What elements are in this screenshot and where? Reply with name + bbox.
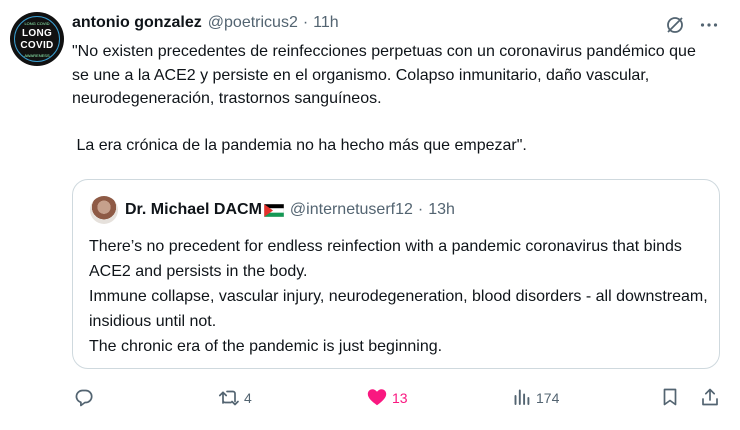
header-separator: · xyxy=(302,14,309,31)
palestine-flag-icon xyxy=(263,203,285,217)
avatar-text-long: LONG xyxy=(21,28,53,39)
tweet-time[interactable]: 11h xyxy=(313,14,339,32)
author-handle[interactable]: @poetricus2 xyxy=(208,14,298,32)
share-icon xyxy=(700,387,720,410)
like-count: 13 xyxy=(392,390,408,406)
tweet-actions-bar: 4 13 174 xyxy=(72,385,724,411)
quoted-author-avatar[interactable] xyxy=(90,196,118,224)
reply-button[interactable] xyxy=(74,385,98,411)
more-icon[interactable] xyxy=(698,14,720,36)
like-button[interactable]: 13 xyxy=(366,385,408,411)
quoted-tweet-text: There’s no precedent for endless reinfec… xyxy=(89,238,708,355)
quoted-author-name[interactable]: Dr. Michael DACM xyxy=(125,201,262,219)
views-icon xyxy=(512,387,532,410)
tweet-top-actions xyxy=(652,14,720,36)
bookmark-button[interactable] xyxy=(660,385,680,411)
quoted-author-handle[interactable]: @internetuserf12 xyxy=(290,201,413,219)
avatar-text-covid: COVID xyxy=(20,40,54,51)
tweet-text: "No existen precedentes de reinfecciones… xyxy=(72,43,696,154)
grok-icon[interactable] xyxy=(664,14,686,36)
retweet-count: 4 xyxy=(244,390,252,406)
quoted-header-separator: · xyxy=(417,201,424,218)
retweet-button[interactable]: 4 xyxy=(218,385,252,411)
tweet-header: antonio gonzalez @poetricus2 · 11h xyxy=(72,12,339,34)
quoted-tweet[interactable]: Dr. Michael DACM @internetuserf12 · 13h … xyxy=(72,179,720,369)
author-name[interactable]: antonio gonzalez xyxy=(72,14,202,32)
quoted-tweet-time[interactable]: 13h xyxy=(428,201,455,219)
author-avatar[interactable]: LONG COVID LONG COVID AWARENESS xyxy=(10,12,64,66)
avatar-small-text-bottom: AWARENESS xyxy=(24,53,50,58)
share-button[interactable] xyxy=(700,385,720,411)
avatar-small-text-top: LONG COVID xyxy=(24,21,50,26)
views-count: 174 xyxy=(536,390,560,406)
bookmark-icon xyxy=(660,387,680,410)
views-button[interactable]: 174 xyxy=(512,385,559,411)
retweet-icon xyxy=(218,387,240,410)
reply-icon xyxy=(74,387,94,410)
quoted-tweet-header: Dr. Michael DACM @internetuserf12 · 13h xyxy=(125,199,455,221)
like-icon xyxy=(366,387,388,410)
